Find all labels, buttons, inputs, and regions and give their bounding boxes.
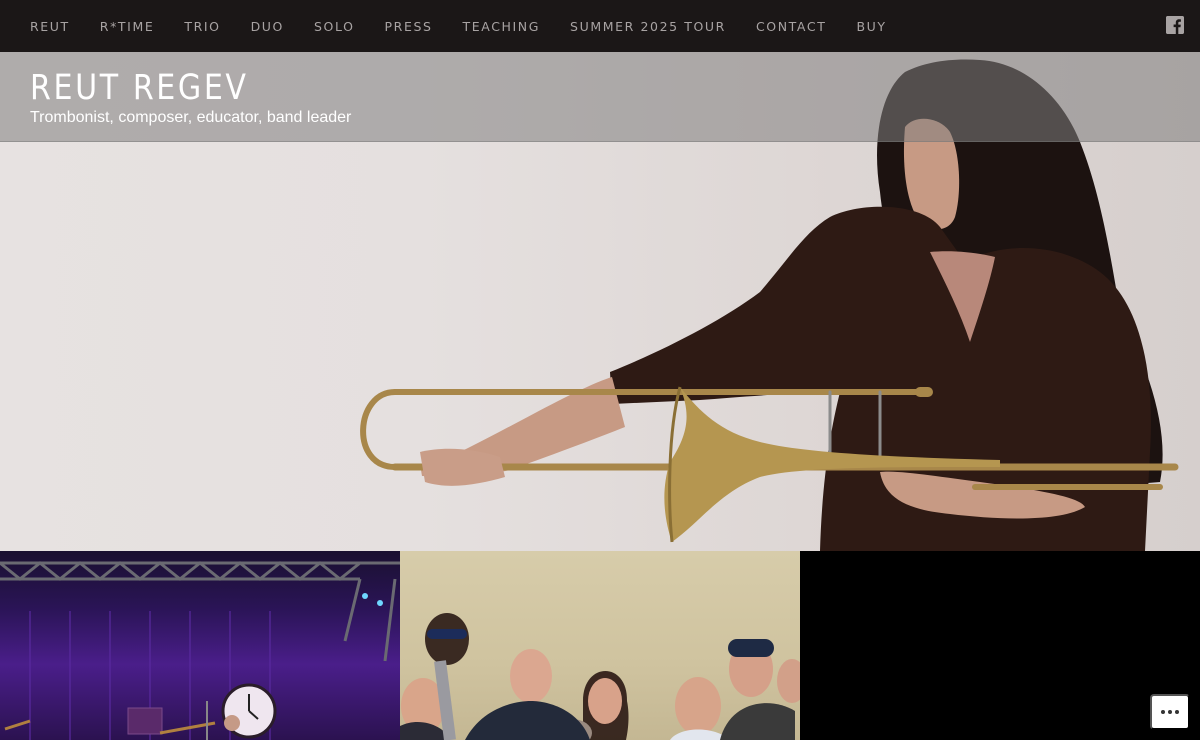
nav-item-solo[interactable]: SOLO xyxy=(314,19,355,34)
nav-item-duo[interactable]: DUO xyxy=(251,19,284,34)
nav-item-press[interactable]: PRESS xyxy=(385,19,433,34)
top-navigation: REUT R*TIME TRIO DUO SOLO PRESS TEACHING… xyxy=(0,0,1200,52)
nav-item-summer-tour[interactable]: SUMMER 2025 TOUR xyxy=(570,19,726,34)
site-tagline: Trombonist, composer, educator, band lea… xyxy=(30,109,352,126)
nav-item-trio[interactable]: TRIO xyxy=(184,19,220,34)
facebook-icon[interactable] xyxy=(1166,16,1184,34)
concert-stage-photo[interactable] xyxy=(0,551,400,740)
nav-item-contact[interactable]: CONTACT xyxy=(756,19,826,34)
black-tile xyxy=(800,551,1200,740)
gallery-tiles xyxy=(0,551,1200,740)
nav-item-reut[interactable]: REUT xyxy=(30,19,70,34)
site-title[interactable]: REUT REGEV xyxy=(30,68,249,108)
more-dot xyxy=(1175,710,1179,714)
nav-item-rtime[interactable]: R*TIME xyxy=(100,19,155,34)
site-header-band: REUT REGEV Trombonist, composer, educato… xyxy=(0,52,1200,142)
hero-banner: REUT REGEV Trombonist, composer, educato… xyxy=(0,52,1200,551)
nav-item-teaching[interactable]: TEACHING xyxy=(463,19,541,34)
more-dot xyxy=(1161,710,1165,714)
group-portrait-photo[interactable] xyxy=(400,551,800,740)
more-dot xyxy=(1168,710,1172,714)
nav-item-buy[interactable]: BUY xyxy=(856,19,886,34)
nav-menu: REUT R*TIME TRIO DUO SOLO PRESS TEACHING… xyxy=(0,19,917,34)
ellipsis-icon[interactable] xyxy=(1150,694,1190,730)
